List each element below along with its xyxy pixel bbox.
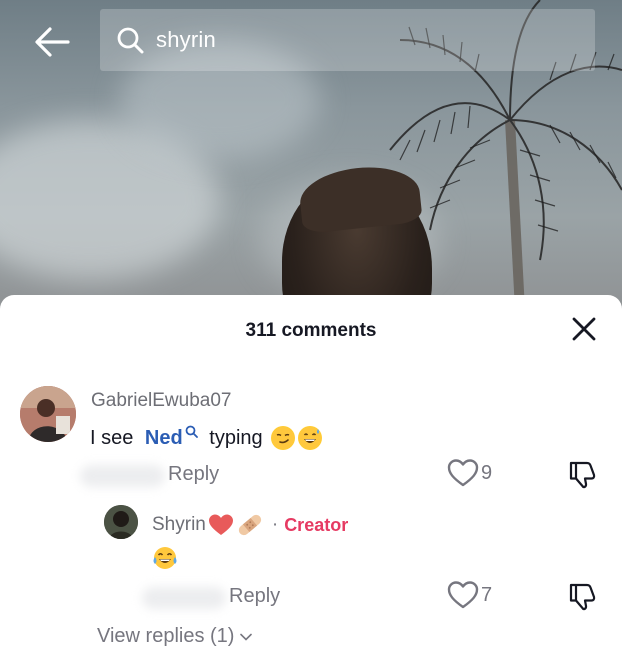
reply-button[interactable]: Reply	[229, 585, 280, 608]
search-icon	[116, 25, 146, 55]
blurred-timestamp	[142, 587, 226, 609]
comment-text-prefix: I see	[90, 426, 139, 449]
close-icon[interactable]	[570, 315, 598, 343]
avatar[interactable]	[20, 386, 76, 442]
adhesive-bandage-emoji-icon	[238, 514, 261, 536]
heart-outline-icon	[447, 459, 479, 487]
blurred-timestamp	[80, 465, 165, 487]
like-count: 7	[481, 583, 493, 606]
mention-link[interactable]: Ned	[145, 427, 183, 450]
separator-dot: ·	[271, 514, 279, 535]
reply-button[interactable]: Reply	[168, 463, 219, 486]
tears-of-joy-emoji-icon	[152, 545, 178, 577]
red-heart-emoji-icon	[208, 514, 233, 535]
grinning-sweat-face-emoji-icon	[297, 426, 322, 450]
search-query-text[interactable]: shyrin	[156, 27, 216, 53]
view-replies-label: View replies (1)	[97, 625, 235, 647]
comment-text-suffix: typing	[203, 426, 263, 449]
comment-text	[152, 545, 178, 577]
search-bar[interactable]: shyrin	[100, 9, 595, 71]
search-icon[interactable]	[185, 421, 198, 444]
like-button[interactable]: 9	[447, 458, 492, 488]
heart-outline-icon	[447, 581, 479, 609]
comment-username[interactable]: Shyrin	[152, 514, 206, 536]
back-arrow-icon[interactable]	[30, 22, 74, 62]
view-replies-button[interactable]: View replies (1)	[97, 625, 253, 648]
comment-username[interactable]: GabrielEwuba07	[91, 390, 231, 412]
comment-username-row: Shyrin · Creator	[152, 513, 348, 537]
like-button[interactable]: 7	[447, 580, 492, 610]
chevron-down-icon	[240, 633, 253, 641]
thumbs-down-icon[interactable]	[567, 580, 599, 612]
creator-badge: Creator	[284, 514, 349, 535]
comment-text: I see Ned typing	[90, 425, 322, 450]
thumbs-down-icon[interactable]	[567, 458, 599, 490]
avatar[interactable]	[104, 505, 138, 539]
comments-count-title: 311 comments	[245, 320, 377, 341]
like-count: 9	[481, 461, 493, 484]
smirking-face-emoji-icon	[270, 426, 295, 450]
comments-sheet: 311 comments GabrielEwuba07 I see Ned ty…	[0, 295, 622, 670]
